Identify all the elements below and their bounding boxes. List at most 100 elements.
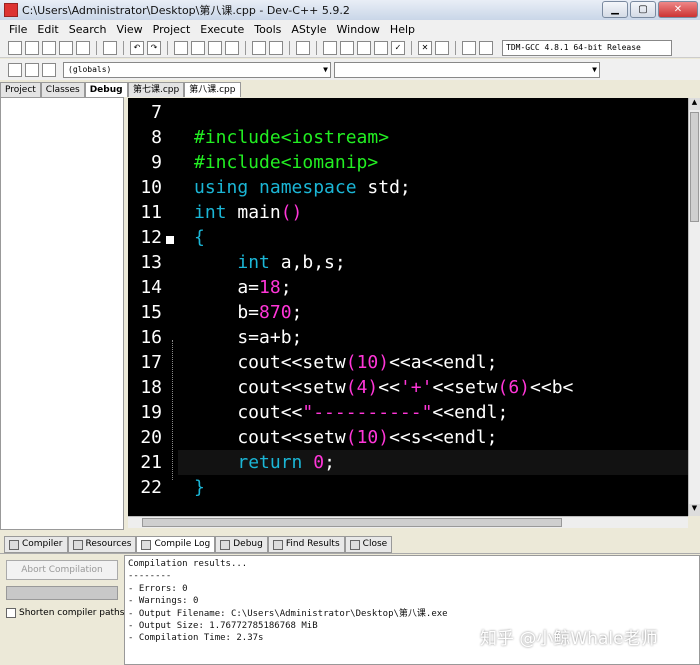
tab-label: Debug bbox=[233, 539, 263, 549]
close-icon bbox=[349, 539, 360, 550]
indent-icon[interactable] bbox=[252, 40, 266, 55]
close-file-icon[interactable] bbox=[76, 40, 90, 55]
class-toolbar: (globals) ▼ ▼ bbox=[0, 59, 700, 80]
menu-window[interactable]: Window bbox=[332, 23, 385, 36]
file-tabs: 第七课.cpp 第八课.cpp bbox=[128, 82, 241, 98]
compile-icon[interactable] bbox=[323, 40, 337, 55]
print-icon[interactable] bbox=[103, 40, 117, 55]
tab-compile-log[interactable]: Compile Log bbox=[136, 536, 216, 553]
code-editor[interactable]: 7 8 9 10 11 12 13 14 15 16 17 18 19 20 2… bbox=[128, 98, 688, 516]
tab-project[interactable]: Project bbox=[0, 82, 41, 97]
tab-compiler[interactable]: Compiler bbox=[4, 536, 68, 553]
line-number: 11 bbox=[140, 202, 162, 223]
scope-select[interactable]: (globals) ▼ bbox=[63, 61, 331, 78]
menu-execute[interactable]: Execute bbox=[195, 23, 249, 36]
tab-label: Compile Log bbox=[154, 539, 211, 549]
save-icon[interactable] bbox=[42, 40, 56, 55]
delete-profile-icon[interactable] bbox=[479, 40, 493, 55]
toggle-bookmark-icon[interactable] bbox=[296, 40, 310, 55]
code-line: cout<<setw(10)<<s<<endl; bbox=[194, 427, 498, 448]
replace-icon[interactable] bbox=[191, 40, 205, 55]
horizontal-scrollbar[interactable] bbox=[128, 516, 688, 528]
line-number: 19 bbox=[140, 402, 162, 423]
code-line: int main() bbox=[194, 202, 303, 223]
toolbar-separator bbox=[411, 40, 412, 55]
insert-icon[interactable] bbox=[8, 62, 22, 77]
find-icon[interactable] bbox=[174, 40, 188, 55]
vertical-scrollbar[interactable]: ▲ ▼ bbox=[688, 98, 700, 516]
new-file-icon[interactable] bbox=[8, 40, 22, 55]
shorten-paths-checkbox[interactable] bbox=[6, 608, 16, 618]
window-controls: ▁ ▢ ✕ bbox=[602, 1, 698, 18]
tab-resources[interactable]: Resources bbox=[67, 536, 137, 553]
toggle-icon[interactable] bbox=[25, 62, 39, 77]
tab-label: Resources bbox=[85, 539, 132, 549]
debug-icon[interactable]: ✕ bbox=[418, 40, 432, 55]
toolbar-separator bbox=[245, 40, 246, 55]
open-file-icon[interactable] bbox=[25, 40, 39, 55]
line-number: 21 bbox=[140, 452, 162, 473]
menu-tools[interactable]: Tools bbox=[249, 23, 286, 36]
menu-help[interactable]: Help bbox=[385, 23, 420, 36]
tab-debug-output[interactable]: Debug bbox=[215, 536, 268, 553]
toolbar-separator bbox=[123, 40, 124, 55]
close-button[interactable]: ✕ bbox=[658, 1, 698, 18]
menu-view[interactable]: View bbox=[112, 23, 148, 36]
main-toolbar: ↶ ↷ ✓ ✕ TDM-GCC 4.8.1 64-bit Release bbox=[0, 38, 700, 58]
maximize-button[interactable]: ▢ bbox=[630, 1, 656, 18]
rebuild-icon[interactable] bbox=[374, 40, 388, 55]
log-line: -------- bbox=[128, 571, 172, 582]
menu-astyle[interactable]: AStyle bbox=[286, 23, 331, 36]
tab-label: Close bbox=[362, 539, 388, 549]
profile-chart-icon[interactable] bbox=[462, 40, 476, 55]
fold-marker-icon[interactable] bbox=[166, 236, 174, 244]
line-number: 15 bbox=[140, 302, 162, 323]
tab-file-8[interactable]: 第八课.cpp bbox=[184, 82, 241, 97]
line-number: 16 bbox=[140, 327, 162, 348]
syntax-check-icon[interactable]: ✓ bbox=[391, 40, 405, 55]
tab-file-7[interactable]: 第七课.cpp bbox=[128, 82, 185, 97]
tab-find-results[interactable]: Find Results bbox=[267, 536, 345, 553]
log-line: Compilation results... bbox=[128, 559, 248, 569]
minimize-button[interactable]: ▁ bbox=[602, 1, 628, 18]
toolbar-separator bbox=[289, 40, 290, 55]
scroll-down-icon[interactable]: ▼ bbox=[689, 504, 700, 516]
code-line: #include<iomanip> bbox=[194, 152, 379, 173]
menu-file[interactable]: File bbox=[4, 23, 32, 36]
goto-line-icon[interactable] bbox=[225, 40, 239, 55]
code-line: int a,b,s; bbox=[237, 252, 346, 273]
shorten-paths-option[interactable]: Shorten compiler paths bbox=[6, 608, 124, 618]
compiler-select[interactable]: TDM-GCC 4.8.1 64-bit Release bbox=[502, 39, 672, 56]
abort-compilation-button[interactable]: Abort Compilation bbox=[6, 560, 118, 580]
find-next-icon[interactable] bbox=[208, 40, 222, 55]
menu-edit[interactable]: Edit bbox=[32, 23, 63, 36]
tab-close[interactable]: Close bbox=[344, 536, 393, 553]
stop-icon[interactable] bbox=[435, 40, 449, 55]
compile-run-icon[interactable] bbox=[357, 40, 371, 55]
tab-classes[interactable]: Classes bbox=[40, 82, 85, 97]
redo-icon[interactable]: ↷ bbox=[147, 40, 161, 55]
unindent-icon[interactable] bbox=[269, 40, 283, 55]
line-number: 7 bbox=[151, 102, 162, 123]
scroll-up-icon[interactable]: ▲ bbox=[689, 98, 700, 110]
undo-icon[interactable]: ↶ bbox=[130, 40, 144, 55]
code-line: cout<<setw(10)<<a<<endl; bbox=[194, 352, 498, 373]
run-icon[interactable] bbox=[340, 40, 354, 55]
function-select[interactable]: ▼ bbox=[334, 61, 600, 78]
bottom-tabs: Compiler Resources Compile Log Debug Fin… bbox=[4, 536, 393, 553]
code-line: s=a+b; bbox=[194, 327, 303, 348]
line-number: 14 bbox=[140, 277, 162, 298]
check-icon bbox=[220, 539, 231, 550]
menu-search[interactable]: Search bbox=[64, 23, 112, 36]
chevron-down-icon: ▼ bbox=[592, 64, 597, 74]
line-number: 13 bbox=[140, 252, 162, 273]
scroll-thumb[interactable] bbox=[690, 112, 699, 222]
tab-debug[interactable]: Debug bbox=[84, 82, 128, 97]
devcpp-app-icon bbox=[4, 3, 18, 17]
menu-project[interactable]: Project bbox=[148, 23, 196, 36]
line-number: 12 bbox=[140, 227, 162, 248]
grid-icon bbox=[9, 539, 19, 550]
scroll-thumb[interactable] bbox=[142, 518, 562, 527]
goto-icon[interactable] bbox=[42, 62, 56, 77]
save-all-icon[interactable] bbox=[59, 40, 73, 55]
